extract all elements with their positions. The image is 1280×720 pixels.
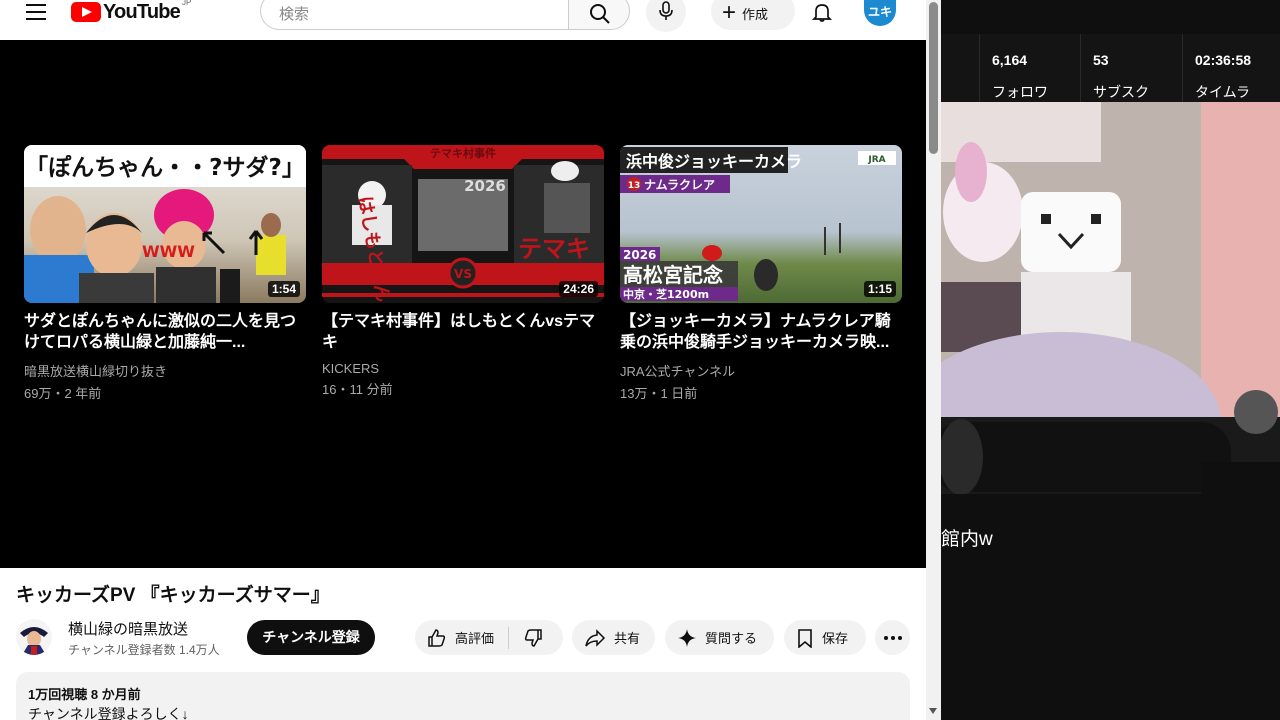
video-meta: 69万・2 年前	[24, 386, 102, 401]
video-channel[interactable]: 暗黒放送横山緑切り抜き	[24, 361, 306, 380]
thumbs-up-icon[interactable]	[427, 628, 447, 648]
stat-value: 53	[1093, 52, 1109, 68]
more-actions-button[interactable]	[875, 620, 910, 655]
video-title[interactable]: サダとぽんちゃんに激似の二人を見つけてロパる横山緑と加藤純一...	[24, 311, 306, 353]
stat-value: 02:36:58	[1195, 52, 1252, 68]
save-button[interactable]: 保存	[784, 620, 866, 655]
search-input[interactable]	[277, 5, 551, 24]
stream-stats-bar: 6,164 フォロワ 53 サブスク 02:36:58 タイムラ	[941, 34, 1280, 102]
notifications-button[interactable]	[811, 1, 833, 28]
thumb-vs: VS	[454, 267, 472, 281]
ask-button[interactable]: 質問する	[665, 620, 774, 655]
logo-wordmark: YouTube	[103, 0, 181, 23]
thumb-course: 中京・芝1200m	[623, 287, 709, 301]
more-horizontal-icon	[884, 635, 902, 640]
stat-label: タイムラ	[1195, 84, 1251, 100]
plus-icon: +	[722, 0, 737, 26]
thumb-right-name: テマキ	[518, 235, 590, 263]
thumbnail-image: 「ぽんちゃん・・?サダ?」 WWW	[24, 145, 306, 303]
youtube-logo[interactable]: YouTube JP	[71, 0, 191, 24]
thumb-side-text: WWW	[142, 242, 195, 261]
thumb-number: 13	[628, 181, 641, 191]
webcam-image	[941, 102, 1280, 494]
bookmark-icon	[798, 628, 812, 648]
scrollbar-thumb[interactable]	[929, 2, 938, 154]
search-box	[260, 0, 568, 30]
video-duration: 1:15	[863, 281, 896, 297]
end-screen-card[interactable]: テマキ村事件 2026 VS はしもとくん テマキ 24:26 【テマキ村事件】…	[322, 145, 604, 398]
share-button[interactable]: 共有	[572, 620, 655, 655]
stat-timer: 02:36:58 タイムラ	[1182, 34, 1280, 102]
subscriber-count: チャンネル登録者数 1.4万人	[68, 643, 220, 657]
video-thumbnail[interactable]: 「ぽんちゃん・・?サダ?」 WWW 1:54	[24, 145, 306, 303]
like-label[interactable]: 高評価	[455, 628, 494, 647]
thumb-caption: 浜中俊ジョッキーカメラ	[626, 152, 802, 171]
stat-label: サブスク	[1093, 84, 1149, 100]
stat-followers: 6,164 フォロワ	[979, 34, 1080, 102]
thumb-year: 2026	[623, 248, 656, 262]
thumbnail-image: 浜中俊ジョッキーカメラ 13 ナムラクレア JRA 2026 高松宮記念 中京・…	[620, 147, 896, 301]
sparkle-icon	[678, 628, 696, 647]
microphone-icon	[659, 1, 673, 20]
video-channel[interactable]: JRA公式チャンネル	[620, 361, 902, 380]
channel-avatar[interactable]	[16, 619, 52, 655]
thumbnail-image: テマキ村事件 2026 VS はしもとくん テマキ	[322, 145, 604, 303]
video-duration: 24:26	[559, 281, 598, 297]
youtube-play-icon	[71, 2, 101, 22]
channel-avatar-image	[16, 619, 52, 655]
share-icon	[585, 628, 606, 647]
end-screen-card[interactable]: 浜中俊ジョッキーカメラ 13 ナムラクレア JRA 2026 高松宮記念 中京・…	[620, 145, 902, 402]
account-avatar[interactable]: ユキ	[864, 0, 896, 26]
search-button[interactable]	[568, 0, 630, 30]
create-button[interactable]: + 作成	[711, 0, 795, 30]
like-divider	[508, 626, 510, 649]
subscribe-button[interactable]: チャンネル登録	[247, 620, 375, 655]
thumb-year: 2026	[464, 177, 506, 195]
ask-label: 質問する	[705, 631, 758, 646]
youtube-window: YouTube JP + 作成 ユキ 「ぽんちゃん・・?サダ?」	[0, 0, 941, 720]
create-label: 作成	[742, 6, 769, 22]
stat-subscriptions: 53 サブスク	[1080, 34, 1181, 102]
thumb-race: 高松宮記念	[623, 263, 723, 287]
scroll-down-arrow-icon[interactable]	[929, 708, 937, 714]
view-stats: 1万回視聴 8 か月前	[28, 687, 141, 702]
description-box[interactable]: 1万回視聴 8 か月前 チャンネル登録よろしく↓	[16, 672, 910, 720]
share-label: 共有	[614, 631, 641, 646]
end-screen-card[interactable]: 「ぽんちゃん・・?サダ?」 WWW 1:54 サダとぽんちゃんに激似の二人を見つ…	[24, 145, 306, 402]
menu-icon[interactable]	[26, 4, 46, 20]
logo-region: JP	[181, 0, 192, 7]
save-label: 保存	[822, 631, 849, 646]
webcam-feed	[941, 102, 1280, 494]
bell-icon	[811, 4, 833, 22]
video-title[interactable]: 【テマキ村事件】はしもとくんvsテマキ	[322, 311, 604, 353]
youtube-header: YouTube JP + 作成 ユキ	[0, 0, 926, 40]
page-scrollbar[interactable]	[926, 0, 941, 720]
stat-value: 6,164	[992, 52, 1028, 68]
thumbs-down-icon[interactable]	[523, 628, 543, 648]
stat-label: フォロワ	[992, 84, 1048, 100]
like-dislike-group: 高評価	[415, 620, 563, 655]
video-player[interactable]: 「ぽんちゃん・・?サダ?」 WWW 1:54 サダとぽんちゃんに激似の二人を見つ…	[0, 40, 926, 568]
video-thumbnail[interactable]: 浜中俊ジョッキーカメラ 13 ナムラクレア JRA 2026 高松宮記念 中京・…	[620, 145, 902, 303]
description-text: チャンネル登録よろしく↓	[28, 706, 189, 720]
search-icon	[590, 4, 610, 24]
thumb-caption: 「ぽんちゃん・・?サダ?」	[25, 154, 305, 181]
video-thumbnail[interactable]: テマキ村事件 2026 VS はしもとくん テマキ 24:26	[322, 145, 604, 303]
thumb-subcaption: ナムラクレア	[644, 178, 715, 192]
jra-logo: JRA	[867, 155, 885, 165]
video-meta: 16・11 分前	[322, 382, 393, 397]
channel-name[interactable]: 横山緑の暗黒放送	[68, 618, 188, 639]
voice-search-button[interactable]	[646, 0, 686, 32]
video-meta: 13万・1 日前	[620, 386, 698, 401]
video-title[interactable]: 【ジョッキーカメラ】ナムラクレア騎乗の浜中俊騎手ジョッキーカメラ映...	[620, 311, 902, 353]
page-title: キッカーズPV 『キッカーズサマー』	[16, 585, 330, 606]
video-channel[interactable]: KICKERS	[322, 361, 604, 376]
thumb-caption: テマキ村事件	[430, 146, 496, 160]
chat-message: 館内w	[941, 529, 993, 550]
video-duration: 1:54	[267, 281, 300, 297]
